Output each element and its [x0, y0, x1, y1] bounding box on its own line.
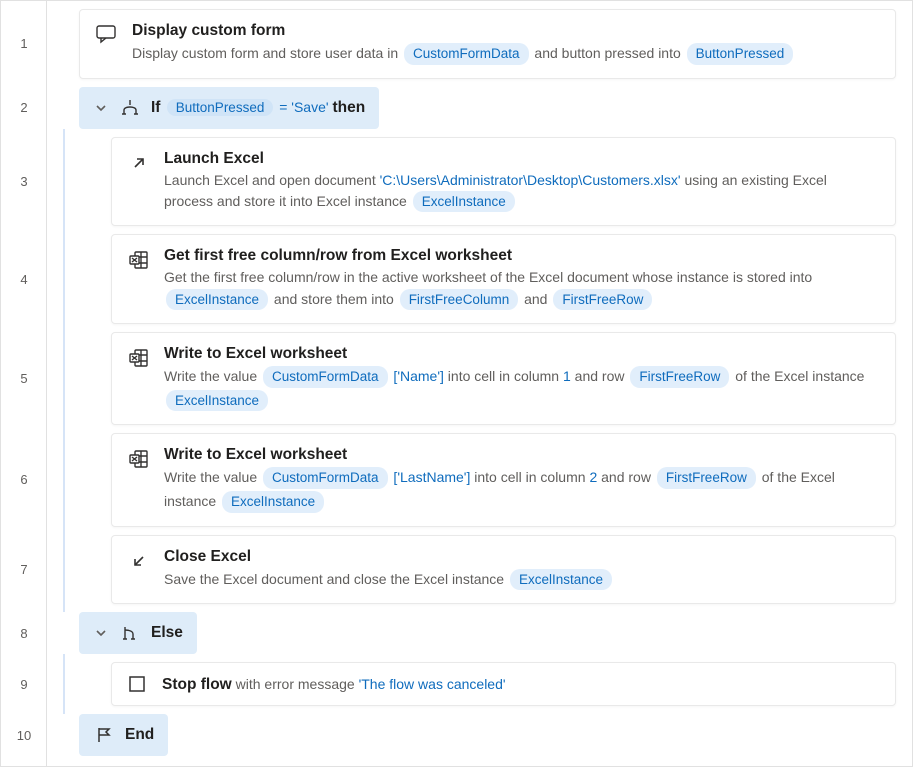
line-number: 1 [1, 9, 47, 79]
action-title: Stop flow [162, 676, 232, 693]
line-number: 5 [1, 332, 47, 425]
action-description: Save the Excel document and close the Ex… [164, 568, 879, 592]
variable-token[interactable]: ButtonPressed [687, 43, 794, 65]
action-title: Get first free column/row from Excel wor… [164, 247, 879, 265]
variable-token[interactable]: CustomFormData [404, 43, 529, 65]
line-number: 3 [1, 137, 47, 227]
excel-icon [128, 448, 150, 470]
condition-literal: = 'Save' [279, 99, 332, 115]
else-branch-icon [119, 622, 141, 644]
if-block[interactable]: 2 If ButtonPressed = 'Save' then [47, 87, 896, 129]
if-keyword: If [151, 99, 165, 116]
action-row[interactable]: 6 Write to Excel worksheet Write the val… [47, 433, 896, 526]
variable-token[interactable]: ExcelInstance [166, 289, 268, 311]
variable-token[interactable]: ExcelInstance [510, 569, 612, 591]
stop-icon [126, 673, 148, 695]
variable-token[interactable]: FirstFreeRow [657, 467, 756, 489]
line-number: 8 [1, 612, 47, 654]
action-row[interactable]: 7 Close Excel Save the Excel document an… [47, 535, 896, 605]
number-literal: 1 [563, 368, 571, 384]
action-row[interactable]: 4 Get first free column/row from Excel w… [47, 234, 896, 324]
end-block[interactable]: 10 End [47, 714, 896, 756]
action-title: Write to Excel worksheet [164, 446, 879, 464]
line-number: 7 [1, 535, 47, 605]
action-description: Get the first free column/row in the act… [164, 267, 879, 311]
flow-editor: 1 Display custom form Display custom for… [47, 1, 912, 766]
excel-icon [128, 347, 150, 369]
variable-token[interactable]: FirstFreeRow [553, 289, 652, 311]
excel-icon [128, 249, 150, 271]
action-row[interactable]: 3 Launch Excel Launch Excel and open doc… [47, 137, 896, 227]
variable-token[interactable]: FirstFreeColumn [400, 289, 519, 311]
then-keyword: then [332, 99, 365, 116]
action-title: Close Excel [164, 548, 879, 566]
index-literal: ['LastName'] [390, 469, 471, 485]
index-literal: ['Name'] [390, 368, 444, 384]
close-icon [128, 550, 150, 572]
collapse-chevron-icon[interactable] [93, 100, 109, 116]
line-number: 10 [1, 714, 47, 756]
variable-token[interactable]: ExcelInstance [166, 390, 268, 412]
branch-icon [119, 97, 141, 119]
else-keyword: Else [151, 624, 183, 642]
line-number: 9 [1, 662, 47, 706]
line-number: 2 [1, 87, 47, 129]
action-title: Write to Excel worksheet [164, 345, 879, 363]
action-description: Display custom form and store user data … [132, 42, 879, 66]
line-number: 6 [1, 433, 47, 526]
collapse-chevron-icon[interactable] [93, 625, 109, 641]
path-literal: 'C:\Users\Administrator\Desktop\Customer… [380, 172, 681, 188]
variable-token[interactable]: ExcelInstance [413, 191, 515, 213]
form-icon [96, 24, 118, 46]
action-description: Write the value CustomFormData ['Name'] … [164, 365, 879, 412]
else-block[interactable]: 8 Else [47, 612, 896, 654]
action-row[interactable]: 1 Display custom form Display custom for… [47, 9, 896, 79]
action-title: Display custom form [132, 22, 879, 40]
action-row[interactable]: 9 Stop flow with error message 'The flow… [47, 662, 896, 706]
message-literal: 'The flow was canceled' [359, 676, 506, 692]
action-row[interactable]: 5 Write to Excel worksheet Write the val… [47, 332, 896, 425]
action-description: with error message 'The flow was cancele… [236, 676, 506, 692]
line-number: 4 [1, 234, 47, 324]
variable-token[interactable]: ButtonPressed [167, 99, 274, 116]
flag-icon [93, 724, 115, 746]
variable-token[interactable]: FirstFreeRow [630, 366, 729, 388]
end-keyword: End [125, 726, 154, 744]
action-title: Launch Excel [164, 150, 879, 168]
variable-token[interactable]: CustomFormData [263, 467, 388, 489]
variable-token[interactable]: CustomFormData [263, 366, 388, 388]
launch-icon [128, 152, 150, 174]
action-description: Launch Excel and open document 'C:\Users… [164, 170, 879, 214]
action-description: Write the value CustomFormData ['LastNam… [164, 466, 879, 513]
variable-token[interactable]: ExcelInstance [222, 491, 324, 513]
